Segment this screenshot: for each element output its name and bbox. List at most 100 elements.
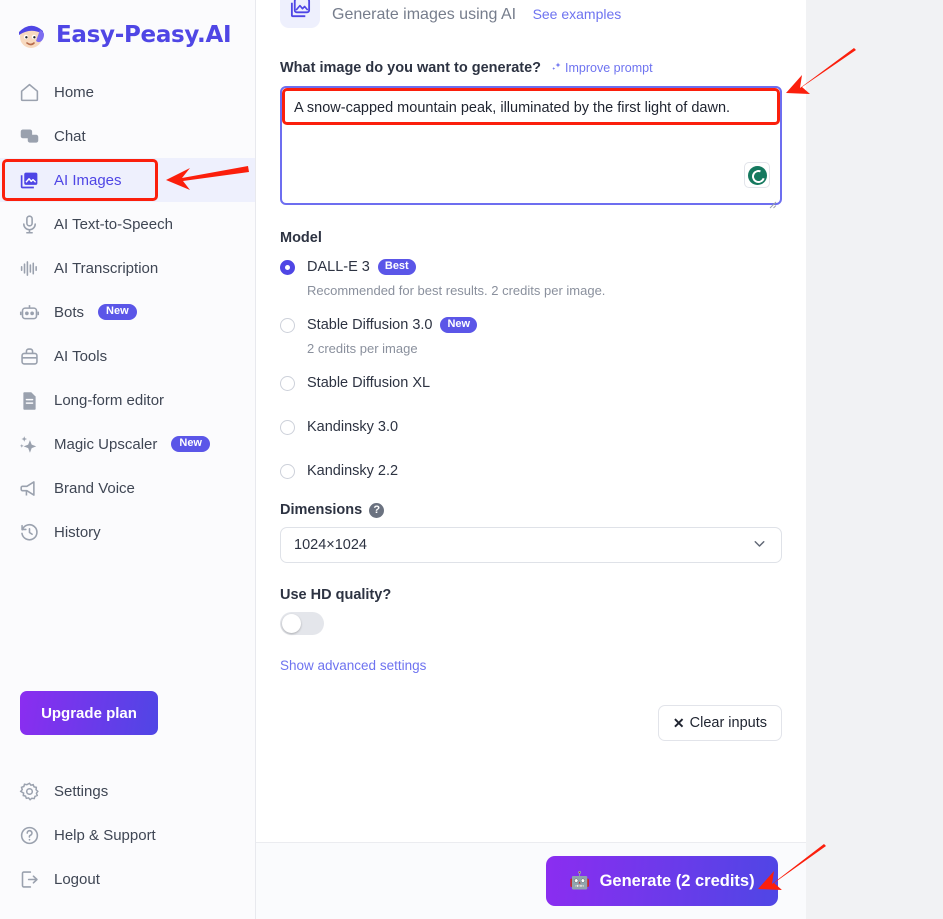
- app-root: Easy-Peasy.AI Home Chat AI Images AI Tex…: [0, 0, 943, 919]
- sidebar-item-label: Logout: [54, 870, 100, 888]
- model-option-sd30[interactable]: Stable Diffusion 3.0 New: [280, 312, 782, 338]
- prompt-field-wrapper: [280, 86, 782, 210]
- sidebar-item-ai-transcription[interactable]: AI Transcription: [0, 246, 255, 290]
- badge-new: New: [440, 317, 478, 333]
- sidebar-item-label: Long-form editor: [54, 391, 165, 409]
- model-name: Kandinsky 2.2: [307, 463, 399, 479]
- model-name: DALL-E 3: [307, 259, 370, 275]
- upgrade-plan-button[interactable]: Upgrade plan: [20, 691, 158, 735]
- sidebar-item-help-support[interactable]: Help & Support: [0, 813, 255, 857]
- toggle-knob: [282, 614, 301, 633]
- sidebar-item-label: Help & Support: [54, 826, 156, 844]
- close-x-icon: ✕: [672, 714, 685, 731]
- magic-wand-icon: [551, 61, 563, 76]
- chevron-down-icon: [751, 535, 768, 556]
- robot-icon: [18, 301, 40, 323]
- radio-button[interactable]: [280, 317, 295, 333]
- badge-new: New: [171, 436, 210, 452]
- toolbox-icon: [18, 345, 40, 367]
- model-option-label: Stable Diffusion XL: [307, 375, 430, 391]
- sidebar-item-long-form-editor[interactable]: Long-form editor: [0, 378, 255, 422]
- sidebar-item-label: Settings: [54, 782, 109, 800]
- dimensions-select[interactable]: 1024×1024: [280, 527, 782, 563]
- model-option-kandinsky22-group: Kandinsky 2.2: [280, 458, 782, 484]
- radio-button[interactable]: [280, 259, 295, 275]
- sidebar-item-ai-tools[interactable]: AI Tools: [0, 334, 255, 378]
- dimensions-label: Dimensions: [280, 502, 363, 518]
- sidebar-item-magic-upscaler[interactable]: Magic Upscaler New: [0, 422, 255, 466]
- model-section-label: Model: [280, 230, 322, 246]
- image-icon: [18, 169, 40, 191]
- sidebar-item-chat[interactable]: Chat: [0, 114, 255, 158]
- generate-button[interactable]: 🤖 Generate (2 credits): [546, 856, 778, 906]
- mascot-avatar-icon: [14, 18, 48, 52]
- sidebar-item-bots[interactable]: Bots New: [0, 290, 255, 334]
- microphone-icon: [18, 213, 40, 235]
- model-option-kandinsky30[interactable]: Kandinsky 3.0: [280, 414, 782, 440]
- model-option-sd30-group: Stable Diffusion 3.0 New 2 credits per i…: [280, 312, 782, 356]
- model-option-sdxl[interactable]: Stable Diffusion XL: [280, 370, 782, 396]
- model-option-label: Kandinsky 3.0: [307, 419, 398, 435]
- sidebar-item-history[interactable]: History: [0, 510, 255, 554]
- sidebar-item-brand-voice[interactable]: Brand Voice: [0, 466, 255, 510]
- dimensions-selected-value: 1024×1024: [294, 537, 367, 553]
- sidebar-item-label: AI Tools: [54, 347, 108, 365]
- hd-quality-label: Use HD quality?: [280, 587, 392, 603]
- main-footer: 🤖 Generate (2 credits): [256, 842, 806, 919]
- sidebar-bottom-nav: Settings Help & Support Logout: [0, 735, 255, 919]
- sidebar-item-label: Brand Voice: [54, 479, 135, 497]
- megaphone-icon: [18, 477, 40, 499]
- sidebar-nav: Home Chat AI Images AI Text-to-Speech AI…: [0, 62, 255, 554]
- prompt-input[interactable]: [280, 86, 782, 205]
- model-name: Stable Diffusion XL: [307, 375, 431, 391]
- badge-best: Best: [377, 259, 416, 275]
- main-content: Generate images using AI See examples Wh…: [256, 0, 806, 919]
- model-option-label: DALL-E 3 Best: [307, 259, 416, 275]
- clear-inputs-button[interactable]: ✕ Clear inputs: [657, 705, 782, 741]
- model-option-hint: 2 credits per image: [307, 341, 418, 356]
- see-examples-link[interactable]: See examples: [533, 6, 622, 22]
- sidebar-item-ai-images[interactable]: AI Images: [0, 158, 255, 202]
- question-mark-icon[interactable]: ?: [369, 502, 385, 518]
- clear-inputs-label: Clear inputs: [689, 715, 767, 731]
- page-header-texts: Generate images using AI See examples: [332, 0, 621, 24]
- sidebar-item-logout[interactable]: Logout: [0, 857, 255, 901]
- improve-prompt-link[interactable]: Improve prompt: [551, 61, 653, 76]
- improve-prompt-label: Improve prompt: [565, 61, 653, 75]
- model-option-label: Stable Diffusion 3.0 New: [307, 317, 478, 333]
- sidebar-item-home[interactable]: Home: [0, 70, 255, 114]
- model-option-dalle3[interactable]: DALL-E 3 Best: [280, 254, 782, 280]
- sidebar-item-label: AI Transcription: [54, 259, 159, 277]
- sidebar: Easy-Peasy.AI Home Chat AI Images AI Tex…: [0, 0, 256, 919]
- sidebar-item-settings[interactable]: Settings: [0, 769, 255, 813]
- prompt-label-row: What image do you want to generate? Impr…: [280, 60, 782, 76]
- model-radio-group: DALL-E 3 Best Recommended for best resul…: [280, 254, 782, 484]
- main-scroll-area: Generate images using AI See examples Wh…: [256, 0, 806, 842]
- brand-logo[interactable]: Easy-Peasy.AI: [0, 0, 255, 62]
- model-name: Stable Diffusion 3.0: [307, 317, 433, 333]
- chat-bubble-icon: [18, 125, 40, 147]
- radio-button[interactable]: [280, 375, 295, 391]
- sidebar-item-label: AI Images: [54, 171, 122, 189]
- radio-button[interactable]: [280, 419, 295, 435]
- prompt-label: What image do you want to generate?: [280, 60, 542, 76]
- radio-button[interactable]: [280, 463, 295, 479]
- page-subtitle: Generate images using AI: [332, 6, 517, 23]
- model-option-kandinsky22[interactable]: Kandinsky 2.2: [280, 458, 782, 484]
- page-header: Generate images using AI See examples: [280, 0, 782, 46]
- robot-face-icon: 🤖: [569, 871, 591, 890]
- sidebar-item-ai-text-to-speech[interactable]: AI Text-to-Speech: [0, 202, 255, 246]
- logout-arrow-icon: [18, 868, 40, 890]
- show-advanced-settings-link[interactable]: Show advanced settings: [280, 658, 782, 673]
- gear-icon: [18, 780, 40, 802]
- textarea-resize-handle[interactable]: [768, 196, 777, 209]
- model-option-hint: Recommended for best results. 2 credits …: [307, 283, 606, 298]
- upgrade-section: Upgrade plan: [0, 691, 255, 735]
- sidebar-item-label: Chat: [54, 127, 86, 145]
- sidebar-item-label: Home: [54, 83, 95, 101]
- dimensions-label-row: Dimensions ?: [280, 502, 782, 518]
- grammarly-icon[interactable]: [744, 162, 770, 188]
- hd-quality-toggle[interactable]: [280, 612, 324, 635]
- model-option-dalle3-group: DALL-E 3 Best Recommended for best resul…: [280, 254, 782, 298]
- document-icon: [18, 389, 40, 411]
